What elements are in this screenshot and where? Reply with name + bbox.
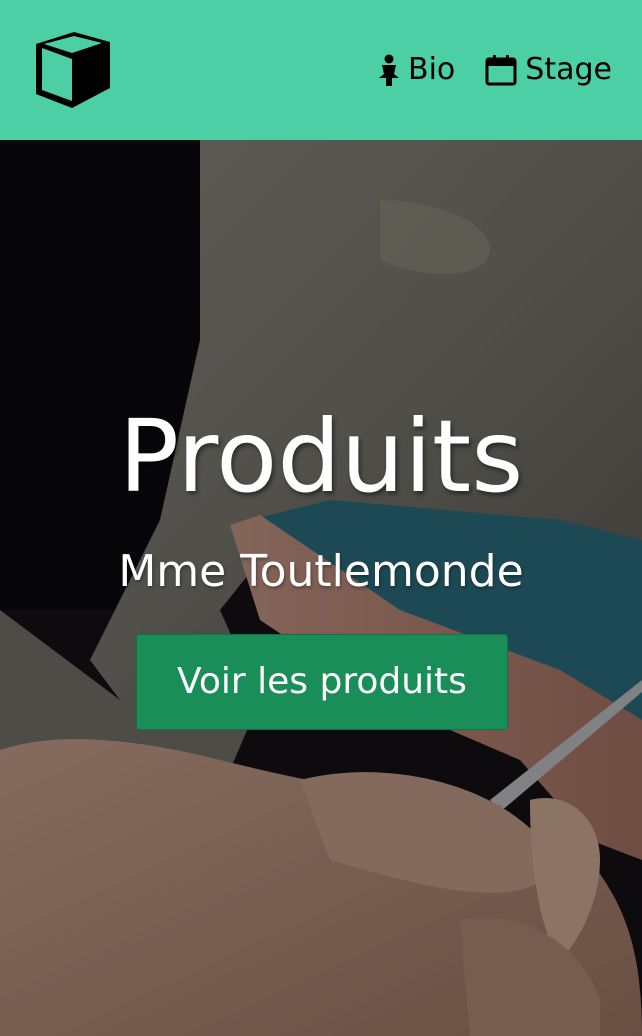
view-products-button[interactable]: Voir les produits: [136, 634, 508, 730]
hero-subtitle: Mme Toutlemonde: [118, 546, 524, 597]
hero-title: Produits: [118, 398, 524, 515]
cube-icon: [36, 32, 110, 108]
calendar-icon: [485, 55, 517, 86]
site-header: Bio Stage: [0, 0, 642, 140]
hero-section: Produits Mme Toutlemonde Voir les produi…: [0, 140, 642, 1036]
page: Bio Stage Produits Mme Toutlemonde Voir …: [0, 0, 642, 1036]
nav-stage-label: Stage: [525, 52, 612, 87]
person-icon: [379, 54, 400, 86]
nav-bio-link[interactable]: Bio: [378, 50, 455, 90]
nav-stage-link[interactable]: Stage: [485, 50, 612, 90]
main-nav: Bio Stage: [378, 50, 612, 90]
home-logo-link[interactable]: [30, 28, 114, 112]
nav-bio-label: Bio: [408, 52, 456, 87]
